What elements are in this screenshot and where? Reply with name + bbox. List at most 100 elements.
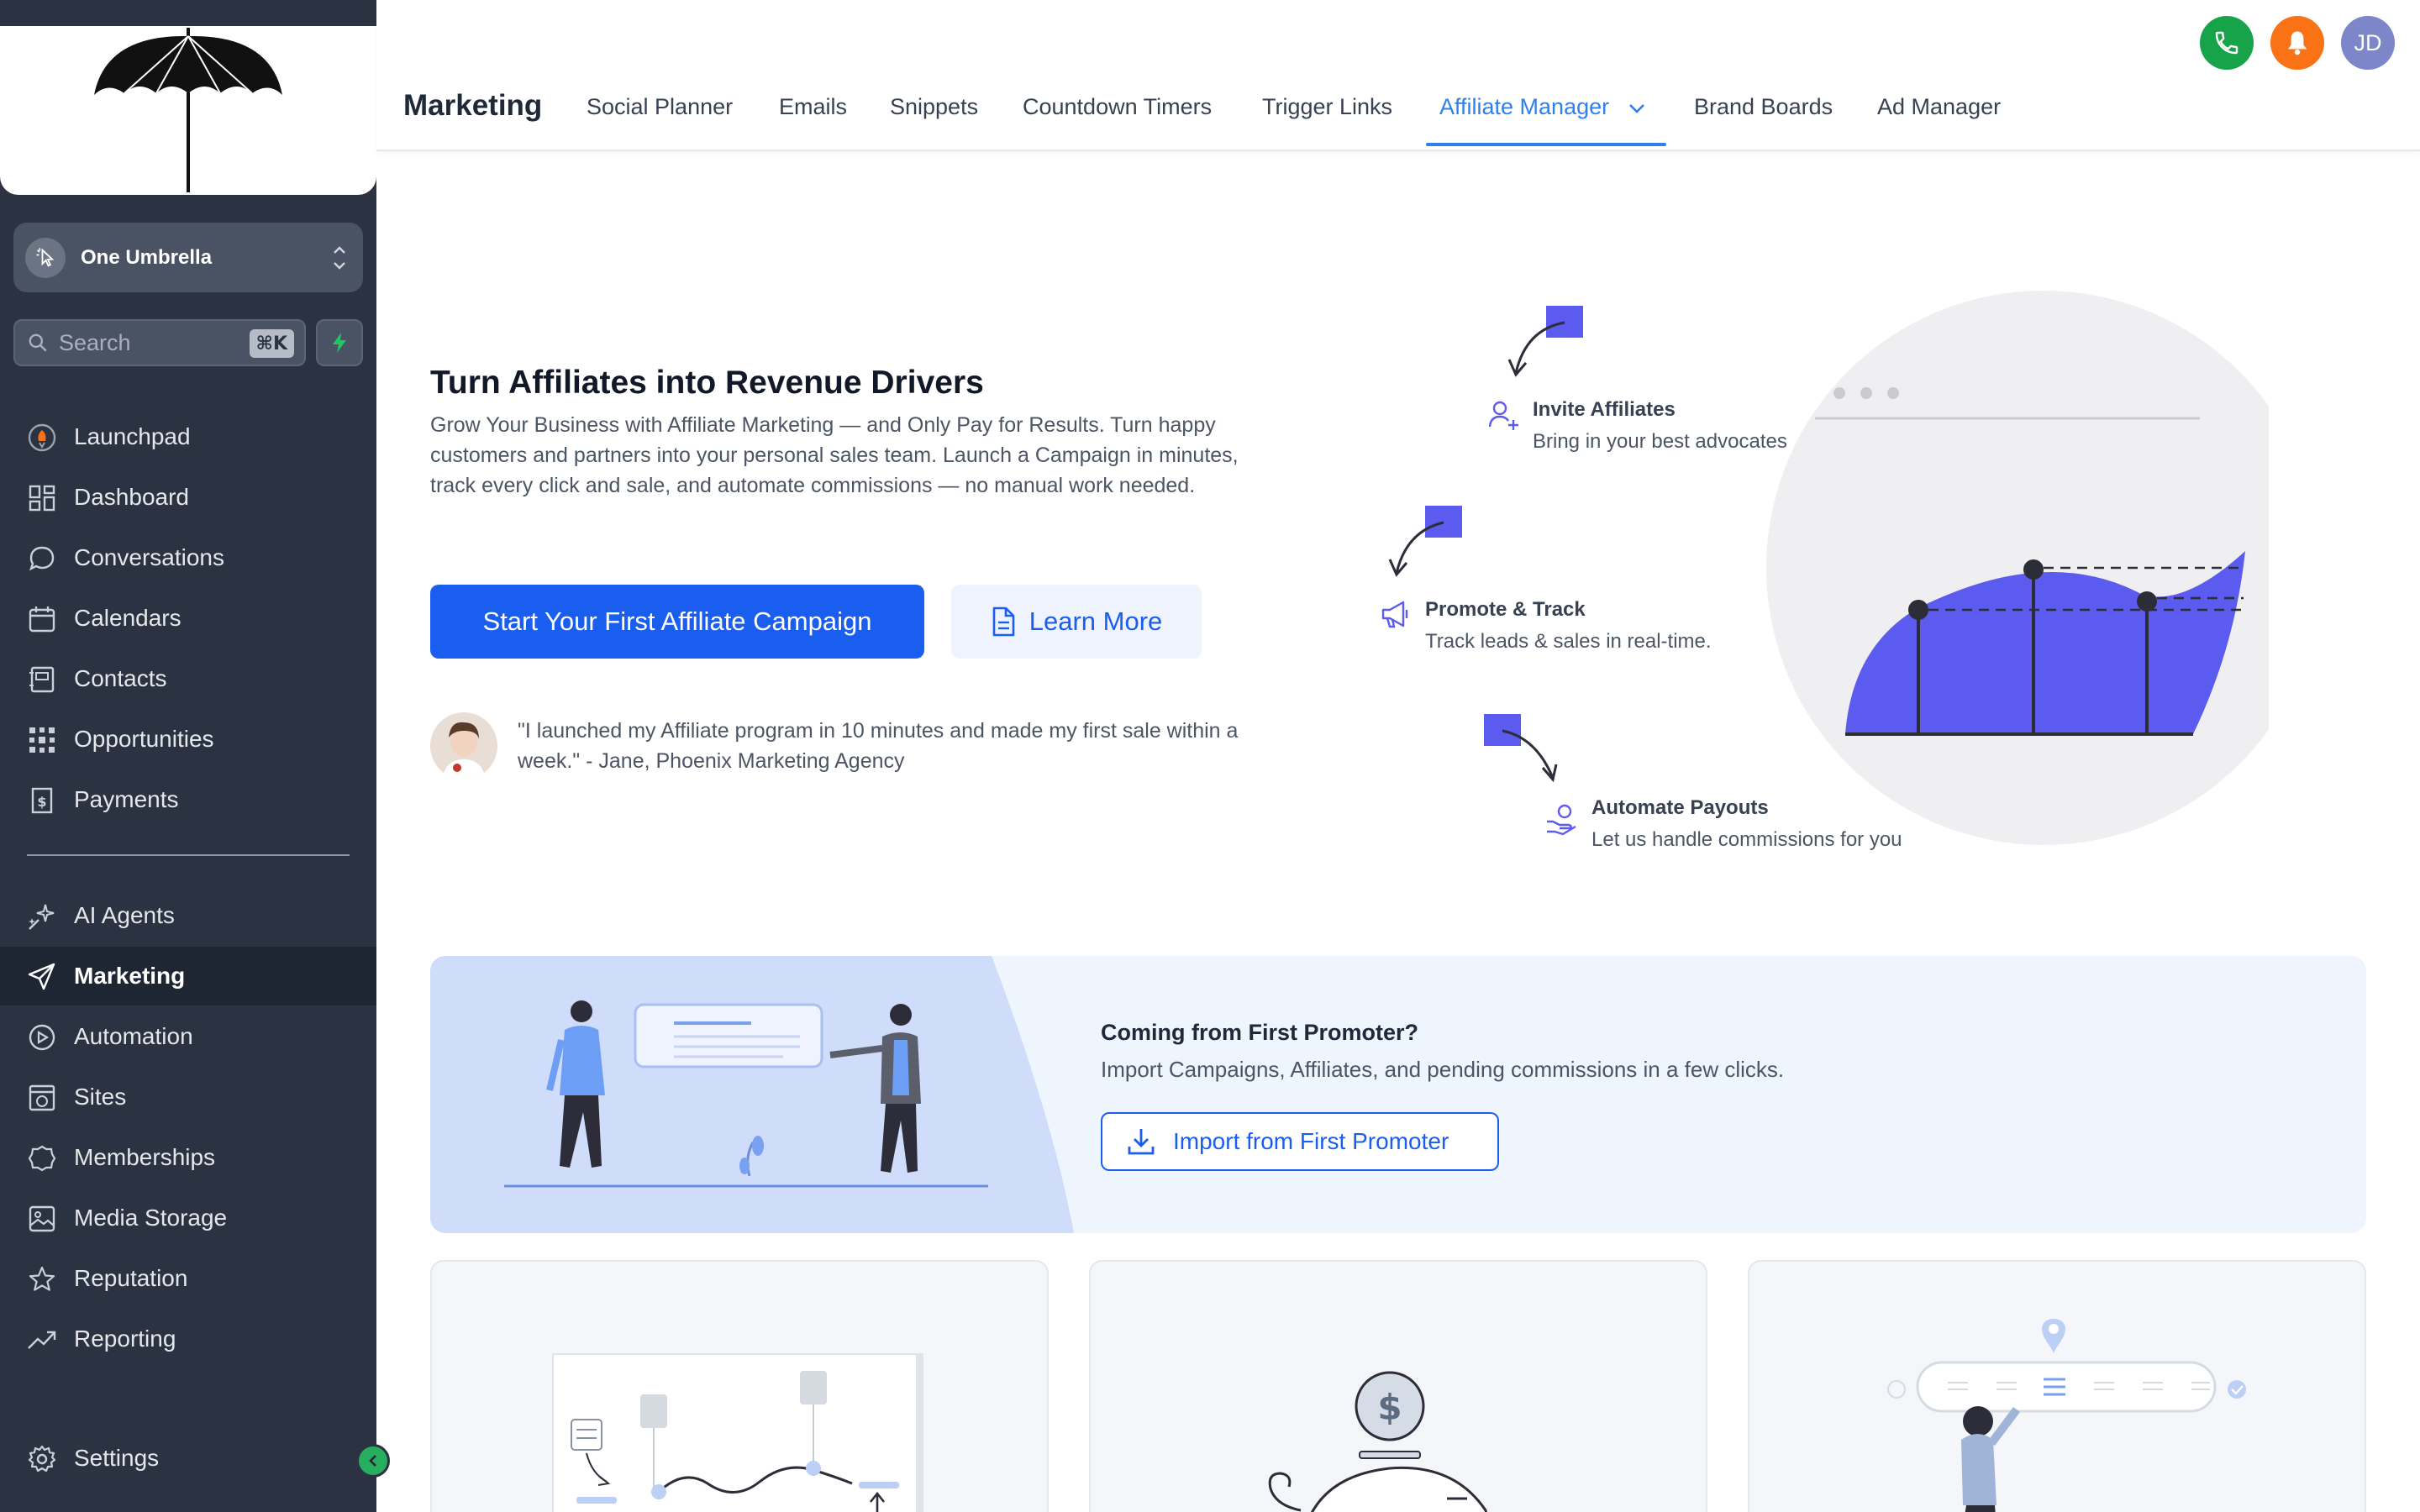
top-navigation-bar: Marketing Social Planner Emails Snippets… — [376, 0, 2420, 151]
sites-icon — [27, 1083, 57, 1113]
cursor-click-icon — [25, 237, 66, 278]
step-automate-payouts: Automate Payouts Let us handle commissio… — [1544, 796, 1902, 852]
feature-card-campaign-flow[interactable] — [430, 1260, 1049, 1512]
feature-card-payouts[interactable]: $ — [1089, 1260, 1707, 1512]
sidebar-item-launchpad[interactable]: Launchpad — [0, 407, 376, 466]
hand-coin-icon — [1547, 804, 1576, 836]
svg-text:$: $ — [1377, 1387, 1402, 1428]
start-affiliate-campaign-button[interactable]: Start Your First Affiliate Campaign — [430, 585, 924, 659]
search-input[interactable] — [59, 329, 244, 356]
user-plus-icon — [1488, 401, 1518, 430]
sidebar-item-settings[interactable]: Settings — [0, 1429, 376, 1488]
tab-ad-manager[interactable]: Ad Manager — [1877, 94, 2001, 120]
import-banner-description: Import Campaigns, Affiliates, and pendin… — [1101, 1057, 1785, 1082]
umbrella-logo-icon — [94, 28, 282, 192]
company-logo[interactable] — [0, 26, 376, 195]
search-icon — [27, 332, 49, 354]
step-title: Invite Affiliates — [1533, 398, 1676, 421]
sidebar-item-automation[interactable]: Automation — [0, 1007, 376, 1066]
sidebar-item-payments[interactable]: $ Payments — [0, 770, 376, 829]
network-icon — [27, 725, 57, 755]
tab-snippets[interactable]: Snippets — [890, 94, 978, 120]
chevron-left-icon — [369, 1455, 376, 1467]
testimonial-avatar — [430, 712, 497, 780]
download-icon — [1128, 1129, 1155, 1155]
learn-more-label: Learn More — [1028, 606, 1163, 636]
workflow-illustration — [552, 1353, 923, 1512]
search-shortcut-badge: ⌘K — [249, 329, 294, 358]
grid-icon — [27, 483, 57, 513]
import-from-first-promoter-button[interactable]: Import from First Promoter — [1101, 1112, 1499, 1171]
tracking-illustration — [1887, 1319, 2246, 1512]
sidebar-item-conversations[interactable]: Conversations — [0, 528, 376, 587]
tab-brand-boards[interactable]: Brand Boards — [1694, 94, 1833, 120]
lightning-icon — [333, 333, 346, 353]
tab-social-planner[interactable]: Social Planner — [587, 94, 733, 120]
sidebar-item-sites[interactable]: Sites — [0, 1068, 376, 1126]
badge-icon — [27, 1143, 57, 1173]
testimonial-quote: "I launched my Affiliate program in 10 m… — [518, 719, 1239, 773]
sidebar-item-memberships[interactable]: Memberships — [0, 1128, 376, 1187]
tab-affiliate-manager-label: Affiliate Manager — [1439, 94, 1610, 119]
sidebar-item-calendars[interactable]: Calendars — [0, 589, 376, 648]
sidebar-item-marketing[interactable]: Marketing — [0, 947, 376, 1005]
step-invite-affiliates: Invite Affiliates Bring in your best adv… — [1487, 398, 1787, 454]
sidebar-item-dashboard[interactable]: Dashboard — [0, 468, 376, 527]
hero-description: Grow Your Business with Affiliate Market… — [430, 413, 1239, 497]
star-icon — [27, 1264, 57, 1294]
step-description: Let us handle commissions for you — [1591, 828, 1902, 851]
collapse-sidebar-button[interactable] — [356, 1444, 390, 1478]
sidebar-item-media-storage[interactable]: Media Storage — [0, 1189, 376, 1247]
nav-divider — [27, 854, 350, 856]
import-banner: Coming from First Promoter? Import Campa… — [430, 956, 2366, 1233]
step-title: Automate Payouts — [1591, 796, 1769, 819]
step-title: Promote & Track — [1425, 598, 1586, 621]
active-tab-indicator — [1426, 143, 1666, 146]
sidebar-item-ai-agents[interactable]: AI Agents — [0, 886, 376, 945]
piggy-bank-illustration: $ — [1268, 1371, 1487, 1512]
person-portrait-icon — [430, 712, 497, 780]
svg-text:$: $ — [37, 794, 46, 810]
sidebar-item-reporting[interactable]: Reporting — [0, 1310, 376, 1368]
location-switcher[interactable]: One Umbrella — [13, 223, 363, 292]
automation-icon — [27, 1022, 57, 1053]
paper-plane-icon — [27, 962, 57, 992]
step-description: Bring in your best advocates — [1533, 430, 1787, 453]
phone-icon — [2215, 31, 2238, 55]
tab-affiliate-manager[interactable]: Affiliate Manager — [1439, 94, 1646, 120]
sidebar-item-reputation[interactable]: Reputation — [0, 1249, 376, 1308]
tab-countdown-timers[interactable]: Countdown Timers — [1023, 94, 1212, 120]
image-icon — [27, 1204, 57, 1234]
gear-icon — [27, 1444, 57, 1474]
notifications-button[interactable] — [2270, 16, 2324, 70]
presentation-illustration — [430, 956, 1074, 1233]
location-name: One Umbrella — [81, 245, 213, 269]
chevron-down-icon — [1628, 103, 1644, 113]
import-banner-title: Coming from First Promoter? — [1101, 1020, 1419, 1045]
learn-more-button[interactable]: Learn More — [951, 585, 1202, 659]
chevron-up-down-icon — [334, 246, 345, 270]
quick-action-button[interactable] — [316, 319, 363, 366]
search-box: ⌘K — [13, 319, 306, 366]
tab-trigger-links[interactable]: Trigger Links — [1262, 94, 1392, 120]
sidebar: One Umbrella ⌘K Launchpad Dashboard Conv… — [0, 0, 376, 1512]
megaphone-icon — [1381, 601, 1408, 628]
hero-title: Turn Affiliates into Revenue Drivers — [430, 365, 984, 401]
bell-icon — [2287, 31, 2307, 55]
user-avatar[interactable]: JD — [2341, 16, 2395, 70]
step-promote-track: Promote & Track Track leads & sales in r… — [1378, 598, 1712, 654]
phone-button[interactable] — [2200, 16, 2254, 70]
rocket-icon — [27, 423, 57, 453]
sidebar-item-contacts[interactable]: Contacts — [0, 649, 376, 708]
tab-emails[interactable]: Emails — [779, 94, 847, 120]
sparkle-icon — [27, 901, 57, 932]
trend-icon — [27, 1325, 57, 1355]
calendar-icon — [27, 604, 57, 634]
import-button-label: Import from First Promoter — [1173, 1128, 1449, 1154]
contacts-icon — [27, 664, 57, 695]
page-title: Marketing — [403, 89, 543, 122]
feature-card-tracking[interactable] — [1748, 1260, 2366, 1512]
sidebar-item-opportunities[interactable]: Opportunities — [0, 710, 376, 769]
document-icon — [992, 606, 1015, 637]
chat-icon — [27, 543, 57, 574]
